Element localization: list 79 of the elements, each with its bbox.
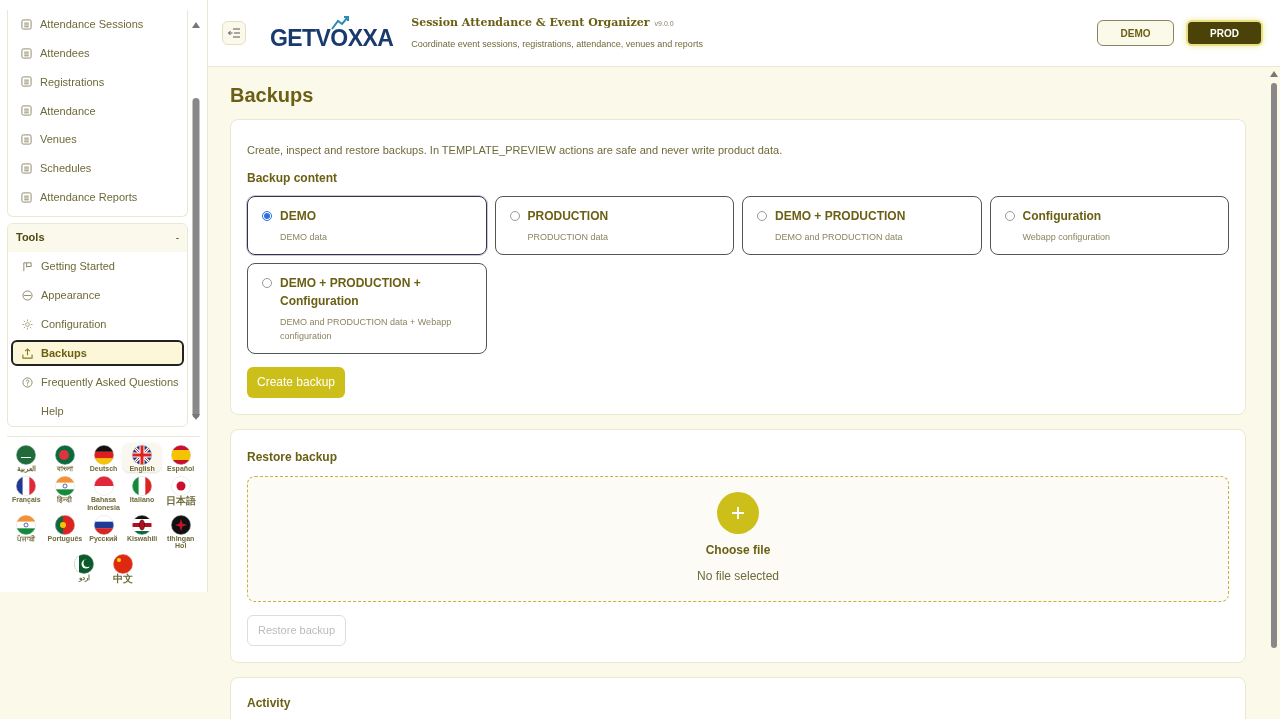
list-icon — [21, 18, 32, 30]
flag-icon — [74, 553, 94, 574]
flag-icon — [132, 515, 153, 536]
section-heading: Restore backup — [247, 448, 339, 466]
backup-option-card[interactable]: Configuration Webapp configuration — [989, 195, 1229, 255]
flag-icon — [93, 515, 114, 536]
nav-item[interactable]: Schedules — [8, 154, 187, 183]
list-icon — [21, 76, 32, 88]
flag-icon — [170, 476, 191, 497]
option-title: DEMO — [280, 207, 317, 225]
option-title: Configuration — [1022, 207, 1103, 225]
option-title: DEMO + PRODUCTION + Configuration — [280, 274, 422, 310]
tools-section-header[interactable]: Tools - — [8, 223, 187, 252]
flag-icon — [54, 445, 75, 465]
flag-icon — [93, 476, 114, 497]
option-title: PRODUCTION — [527, 207, 609, 225]
section-heading: Activity — [247, 694, 292, 712]
flag-icon — [170, 445, 191, 465]
nav-item[interactable]: Attendance Reports — [8, 182, 187, 212]
choose-file-label: Choose file — [705, 542, 771, 559]
option-title: DEMO + PRODUCTION — [775, 207, 906, 225]
language-label: 日本語 — [165, 496, 196, 507]
list-icon — [21, 162, 32, 174]
backup-option-card[interactable]: DEMO DEMO data — [247, 195, 487, 255]
upload-icon — [22, 347, 33, 359]
nav-item[interactable]: Frequently Asked Questions — [11, 369, 184, 396]
nav-item[interactable]: Configuration — [11, 311, 184, 338]
list-icon — [21, 105, 32, 117]
list-icon — [21, 47, 32, 59]
flag-icon — [54, 476, 75, 497]
help-icon — [22, 376, 33, 388]
list-icon — [21, 134, 32, 146]
nav-item[interactable]: Getting Started — [11, 253, 184, 280]
nav-item[interactable]: Attendees — [8, 38, 187, 68]
add-icon — [717, 492, 759, 534]
sidebar-toggle-button[interactable] — [222, 21, 246, 45]
flag-icon — [170, 515, 191, 536]
flag-icon — [22, 260, 33, 272]
flag-icon — [16, 476, 37, 497]
file-drop-zone[interactable]: Choose file No file selected — [247, 475, 1229, 602]
app-title: Session Attendance & Event Organizer — [411, 14, 650, 31]
nav-item[interactable]: Attendance Sessions — [8, 10, 187, 39]
collapse-menu-icon — [228, 28, 240, 38]
nav-item[interactable]: Appearance — [11, 282, 184, 309]
option-description: PRODUCTION data — [527, 230, 609, 244]
option-description: DEMO data — [280, 230, 328, 244]
backup-option-card[interactable]: PRODUCTION PRODUCTION data — [494, 195, 734, 255]
language-option[interactable]: 日本語 — [161, 474, 200, 512]
flag-icon — [16, 445, 37, 465]
flag-icon — [113, 553, 133, 574]
backup-option-card[interactable]: DEMO + PRODUCTION DEMO and PRODUCTION data — [742, 195, 982, 255]
backup-option-card[interactable]: DEMO + PRODUCTION + Configuration DEMO and PRODUCTION data + Webapp configuration — [247, 262, 487, 354]
section-title: Tools — [16, 230, 45, 246]
list-icon — [21, 191, 32, 203]
nav-item[interactable]: Registrations — [8, 67, 187, 97]
flag-icon — [93, 445, 114, 465]
nav-item[interactable]: Help — [11, 398, 184, 425]
flag-icon — [16, 515, 37, 536]
section-heading: Backup content — [247, 169, 338, 187]
flag-icon — [132, 445, 153, 465]
option-description: DEMO and PRODUCTION data + Webapp configuration — [280, 315, 453, 343]
language-option[interactable]: 中文 — [103, 551, 143, 585]
mode-button[interactable]: PROD — [1186, 20, 1263, 46]
collapse-toggle[interactable]: - — [175, 230, 179, 246]
option-description: Webapp configuration — [1022, 230, 1110, 244]
sun-icon — [22, 318, 33, 330]
logo: GETVOXXA — [268, 15, 396, 51]
flag-icon — [132, 476, 153, 497]
app-subtitle: Coordinate event sessions, registrations, attendance, venues and reports — [411, 38, 703, 51]
intro-text: Create, inspect and restore backups. In TEMPLATE_PREVIEW actions are safe and never write product data. — [247, 143, 784, 158]
option-description: DEMO and PRODUCTION data — [775, 230, 904, 244]
page-title: Backups — [230, 85, 315, 105]
mode-button[interactable]: DEMO — [1097, 20, 1174, 46]
flag-icon — [54, 515, 75, 536]
file-status: No file selected — [696, 568, 779, 585]
language-label: 中文 — [113, 573, 133, 585]
nav-item[interactable]: Attendance — [8, 96, 187, 126]
nav-item[interactable]: Venues — [8, 125, 187, 154]
nav-item[interactable]: Backups — [11, 340, 184, 367]
